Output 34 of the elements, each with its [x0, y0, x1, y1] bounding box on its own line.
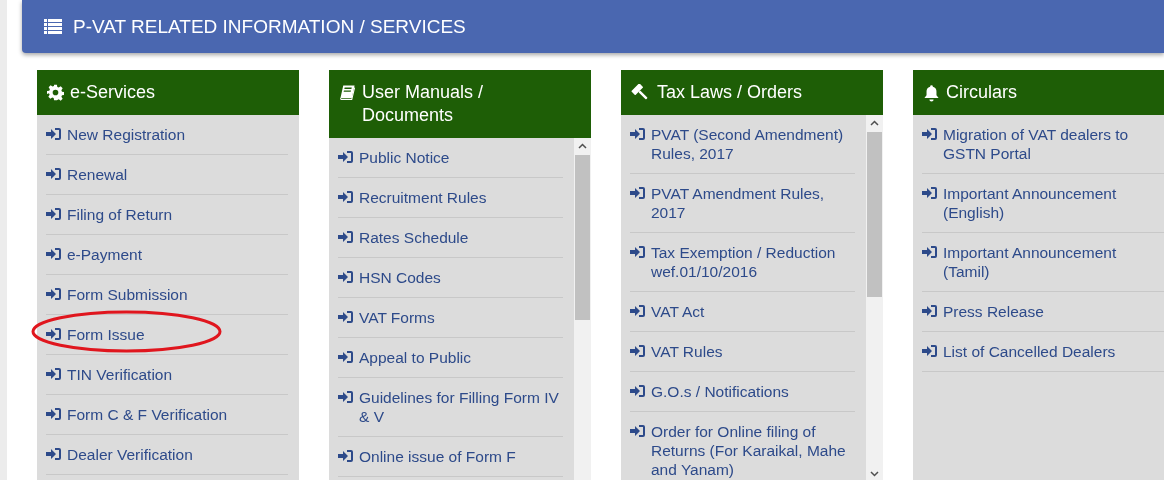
service-link[interactable]: PVAT Amendment Rules, 2017	[651, 184, 855, 222]
panel-title: Tax Laws / Orders	[657, 81, 803, 104]
panel-title: User Manuals / Documents	[362, 81, 485, 127]
panel-title: Circulars	[946, 81, 1017, 104]
service-link[interactable]: Form Submission	[67, 285, 188, 304]
service-link[interactable]: Guidelines for Filling Form IV & V	[359, 388, 563, 426]
service-link[interactable]: Important Announcement (Tamil)	[943, 243, 1164, 281]
service-link[interactable]: Renewal	[67, 165, 128, 184]
service-link[interactable]: Online issue of Form F	[359, 447, 516, 466]
service-link[interactable]: VAT Forms	[359, 308, 435, 327]
service-link[interactable]: Public Notice	[359, 148, 450, 167]
service-link[interactable]: List of Cancelled Dealers	[943, 342, 1116, 361]
service-link[interactable]: HSN Codes	[359, 268, 441, 287]
service-link[interactable]: Important Announcement (English)	[943, 184, 1164, 222]
service-link[interactable]: Filing of Return	[67, 205, 173, 224]
service-link[interactable]: Press Release	[943, 302, 1044, 321]
service-link[interactable]: Migration of VAT dealers to GSTN Portal	[943, 125, 1164, 163]
service-link[interactable]: VAT Rules	[651, 342, 723, 361]
service-link[interactable]: G.O.s / Notifications	[651, 382, 789, 401]
service-link[interactable]: e-Payment	[67, 245, 142, 264]
panel-title: e-Services	[70, 81, 156, 104]
service-link[interactable]: VAT Act	[651, 302, 705, 321]
banner-title: P-VAT RELATED INFORMATION / SERVICES	[73, 15, 466, 38]
service-link[interactable]: Dealer Verification	[67, 445, 193, 464]
service-link[interactable]: Form Issue	[67, 325, 145, 344]
service-link[interactable]: Form C & F Verification	[67, 405, 228, 424]
service-link[interactable]: TIN Verification	[67, 365, 173, 384]
service-link[interactable]: Rates Schedule	[359, 228, 469, 247]
service-link[interactable]: PVAT (Second Amendment) Rules, 2017	[651, 125, 855, 163]
service-link[interactable]: Order for Online filing of Returns (For Karaikal, Mahe and Yanam)	[651, 422, 855, 479]
service-link[interactable]: Appeal to Public	[359, 348, 472, 367]
service-link[interactable]: Recruitment Rules	[359, 188, 487, 207]
service-link[interactable]: New Registration	[67, 125, 186, 144]
service-link[interactable]: Tax Exemption / Reduction wef.01/10/2016	[651, 243, 855, 281]
